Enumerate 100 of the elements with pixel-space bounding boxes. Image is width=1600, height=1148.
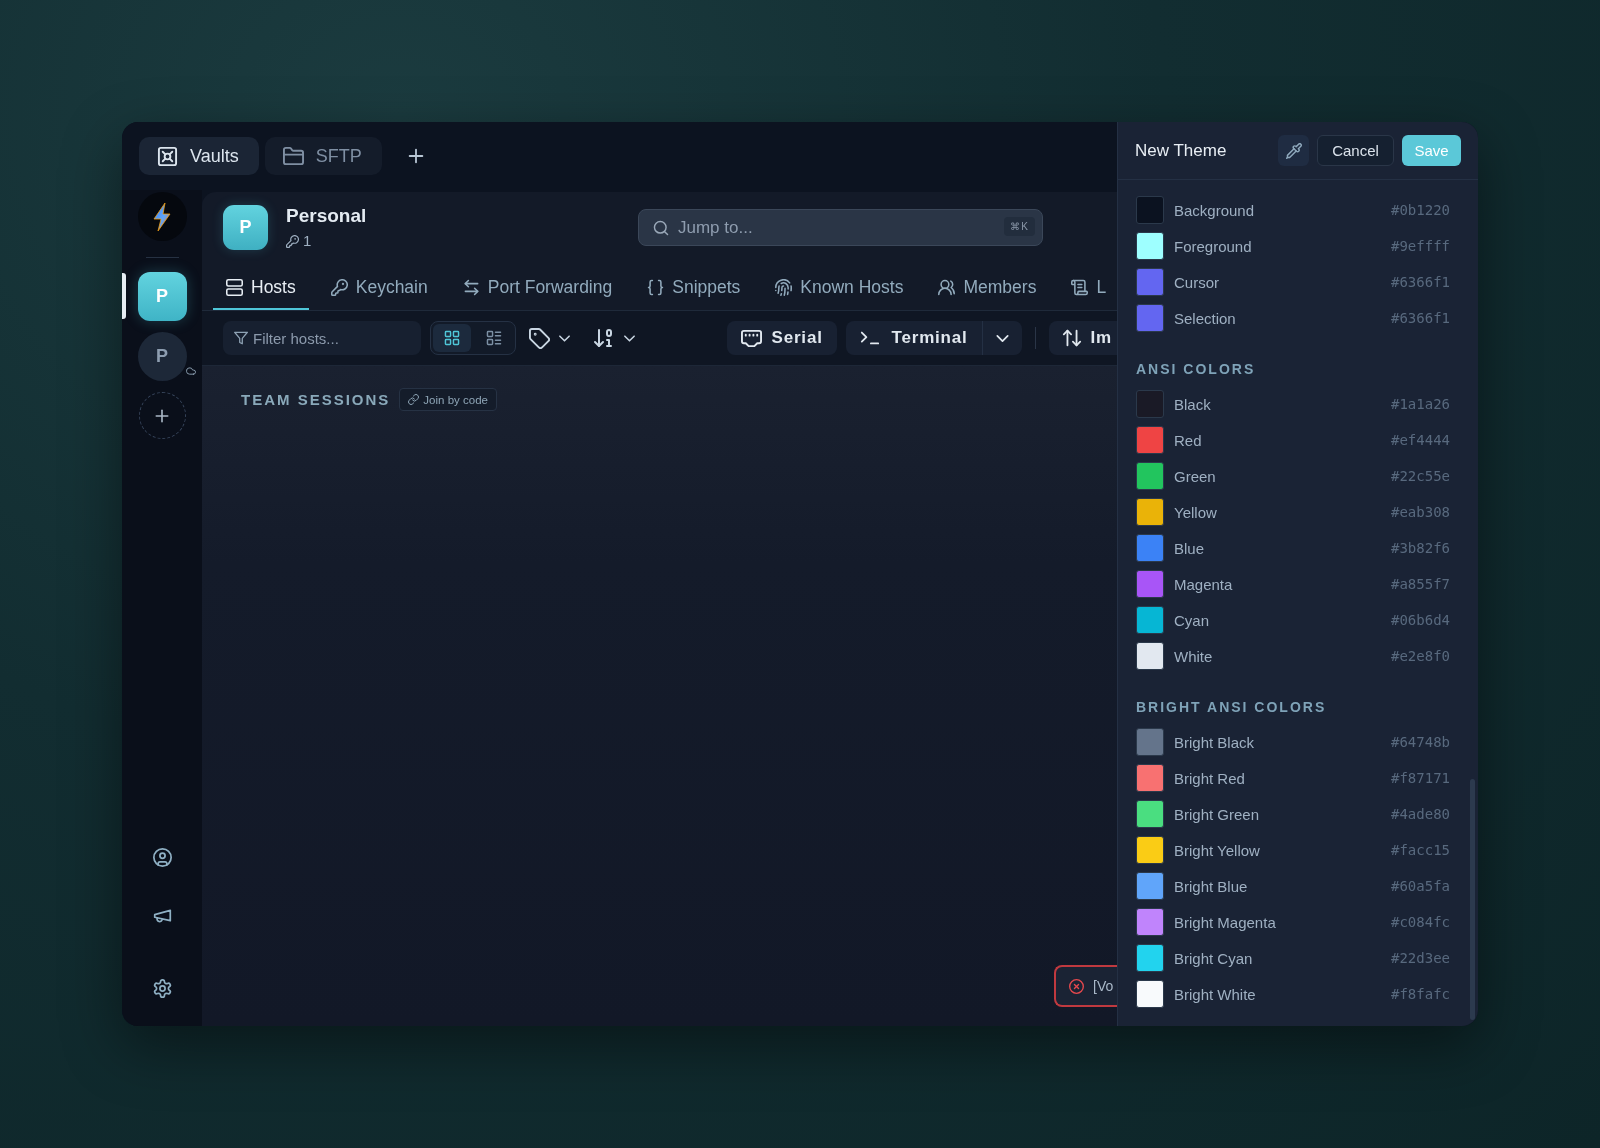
color-hex: #f8fafc	[1391, 986, 1450, 1002]
nav-tab[interactable]: Members	[925, 267, 1050, 310]
scrollbar-thumb[interactable]	[1470, 779, 1475, 1020]
nav-tab[interactable]: L	[1058, 267, 1117, 310]
color-name: Bright Blue	[1174, 877, 1249, 895]
panel-title: New Theme	[1135, 140, 1228, 161]
braces-icon	[647, 279, 665, 296]
color-hex: #06b6d4	[1391, 612, 1450, 628]
color-hex: #facc15	[1391, 842, 1450, 858]
color-hex: #4ade80	[1391, 806, 1450, 822]
color-hex: #22c55e	[1391, 468, 1450, 484]
color-name: Magenta	[1174, 575, 1234, 593]
workspace-avatar: P	[223, 205, 268, 250]
color-name: Red	[1174, 431, 1203, 449]
list-icon	[486, 330, 502, 346]
color-swatch[interactable]	[1136, 570, 1164, 598]
tag-icon	[529, 327, 550, 349]
color-swatch[interactable]	[1136, 462, 1164, 490]
nav-tab[interactable]: Snippets	[634, 267, 754, 310]
megaphone-icon	[152, 906, 172, 925]
color-swatch[interactable]	[1136, 642, 1164, 670]
color-hex: #3b82f6	[1391, 540, 1450, 556]
color-swatch[interactable]	[1136, 232, 1164, 260]
serial-button[interactable]: Serial	[726, 321, 837, 355]
error-icon	[1069, 978, 1084, 994]
color-name: Bright Black	[1174, 733, 1256, 751]
color-name: Bright White	[1174, 985, 1257, 1003]
color-name: Foreground	[1174, 237, 1253, 255]
scroll-icon	[1071, 279, 1089, 296]
color-swatch[interactable]	[1136, 764, 1164, 792]
color-swatch[interactable]	[1136, 426, 1164, 454]
terminal-dropdown-button[interactable]	[981, 321, 1022, 355]
color-name: Black	[1174, 395, 1212, 413]
nav-tab[interactable]: Port Forwarding	[449, 267, 626, 310]
users-icon	[938, 279, 956, 296]
app-tab[interactable]: SFTP	[264, 137, 382, 175]
color-swatch[interactable]	[1136, 728, 1164, 756]
color-swatch[interactable]	[1136, 944, 1164, 972]
color-hex: #e2e8f0	[1391, 648, 1450, 664]
color-swatch[interactable]	[1136, 390, 1164, 418]
settings-icon	[152, 979, 172, 998]
color-swatch[interactable]	[1136, 908, 1164, 936]
color-hex: #64748b	[1391, 734, 1450, 750]
color-swatch[interactable]	[1136, 980, 1164, 1008]
color-hex: #60a5fa	[1391, 878, 1450, 894]
search-icon	[653, 220, 669, 236]
toast-message: [Vo	[1093, 978, 1114, 994]
arrows-icon	[462, 279, 480, 296]
color-hex: #1a1a26	[1391, 396, 1450, 412]
user-circle-icon	[152, 848, 172, 867]
color-swatch[interactable]	[1136, 304, 1164, 332]
key-count: 1	[303, 232, 312, 250]
color-name: Bright Magenta	[1174, 913, 1277, 931]
color-hex: #a855f7	[1391, 576, 1450, 592]
app-tab[interactable]: Vaults	[139, 137, 259, 175]
color-hex: #c084fc	[1391, 914, 1450, 930]
color-hex: #eab308	[1391, 504, 1450, 520]
color-swatch[interactable]	[1136, 800, 1164, 828]
ethernet-port-icon	[740, 327, 762, 349]
color-hex: #0b1220	[1391, 202, 1450, 218]
color-hex: #9effff	[1391, 238, 1450, 254]
key-icon	[286, 234, 299, 248]
color-name: Cyan	[1174, 611, 1211, 629]
color-name: Yellow	[1174, 503, 1218, 521]
key-icon	[330, 279, 348, 296]
color-swatch[interactable]	[1136, 836, 1164, 864]
link-icon	[408, 394, 420, 405]
filter-field[interactable]: Filter hosts...	[223, 321, 421, 355]
color-name: Bright Red	[1174, 769, 1246, 787]
section-heading: TEAM SESSIONS	[241, 391, 391, 408]
cancel-button[interactable]: Cancel	[1317, 135, 1394, 166]
grid-icon	[444, 330, 460, 346]
eyedropper-button[interactable]	[1278, 135, 1309, 166]
grid-view-button[interactable]	[433, 324, 471, 352]
color-swatch[interactable]	[1136, 196, 1164, 224]
color-name: Green	[1174, 467, 1217, 485]
vault-avatar[interactable]: P	[137, 332, 187, 381]
shortcut-hint: ⌘K	[1004, 217, 1035, 236]
color-hex: #f87171	[1391, 770, 1450, 786]
color-swatch[interactable]	[1136, 606, 1164, 634]
terminal-button[interactable]: Terminal	[845, 321, 982, 355]
vault-icon	[157, 145, 178, 167]
join-by-code-button[interactable]: Join by code	[399, 388, 497, 411]
color-name: Bright Yellow	[1174, 841, 1261, 859]
import-button[interactable]: Im	[1048, 321, 1117, 355]
color-swatch[interactable]	[1136, 498, 1164, 526]
color-hex: #22d3ee	[1391, 950, 1450, 966]
color-swatch[interactable]	[1136, 872, 1164, 900]
color-name: Selection	[1174, 309, 1237, 327]
color-name: White	[1174, 647, 1214, 665]
color-name: Bright Cyan	[1174, 949, 1254, 967]
nav-tab[interactable]: Keychain	[317, 267, 441, 310]
section-heading: ANSI COLORS	[1135, 360, 1257, 379]
color-name: Background	[1174, 201, 1256, 219]
funnel-icon	[234, 331, 248, 345]
color-swatch[interactable]	[1136, 268, 1164, 296]
workspace-name: Personal	[286, 204, 367, 227]
color-swatch[interactable]	[1136, 534, 1164, 562]
section-heading: BRIGHT ANSI COLORS	[1135, 698, 1328, 717]
nav-tab[interactable]: Known Hosts	[762, 267, 917, 310]
